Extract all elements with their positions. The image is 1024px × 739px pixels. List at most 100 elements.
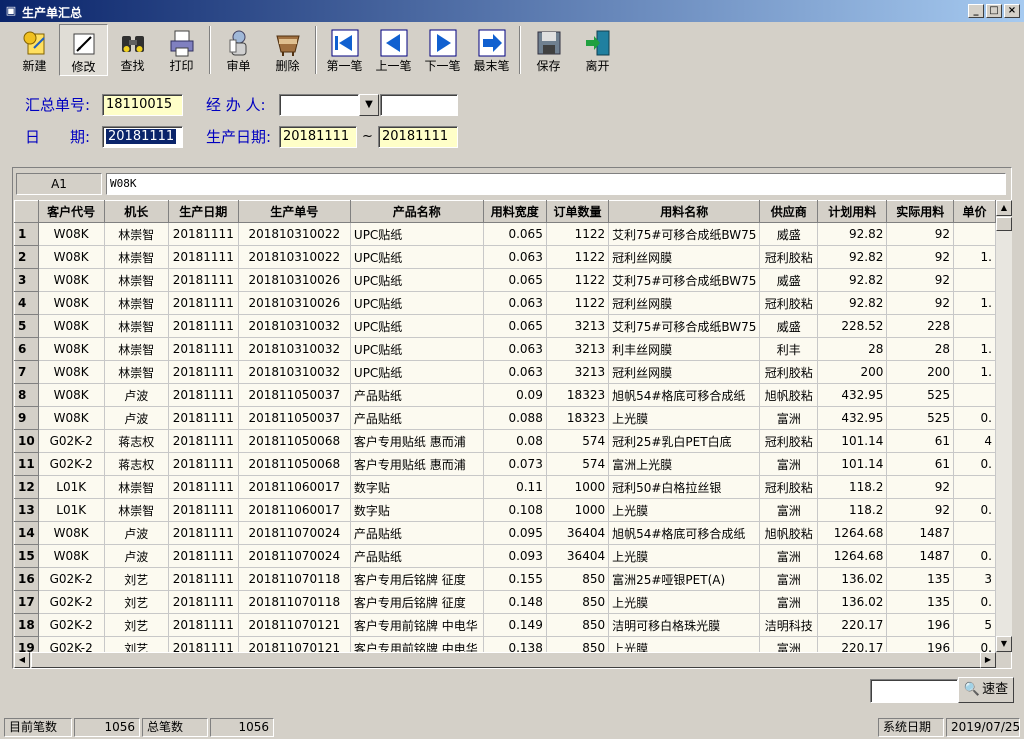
table-cell[interactable]: G02K-2	[38, 452, 105, 476]
table-cell[interactable]: 客户专用后铭牌 征度	[350, 567, 484, 591]
table-cell[interactable]: 3213	[546, 360, 610, 384]
column-header[interactable]: 单价	[953, 200, 996, 223]
column-header[interactable]: 用料宽度	[482, 200, 547, 223]
table-cell[interactable]: 0.08	[483, 429, 547, 453]
table-row[interactable]: 17 G02K-2 刘艺 20181111 201811070118 客户专用后铭牌 征度…	[14, 590, 996, 614]
table-cell[interactable]: 林崇智	[104, 337, 169, 361]
table-cell[interactable]: 客户专用贴纸 惠而浦	[350, 429, 484, 453]
table-cell[interactable]: 432.95	[817, 406, 888, 430]
table-cell[interactable]: 利丰	[759, 337, 819, 361]
table-cell[interactable]: 客户专用贴纸 惠而浦	[350, 452, 484, 476]
table-cell[interactable]: 富洲	[759, 544, 819, 568]
table-cell[interactable]: 1.	[953, 337, 996, 361]
table-row[interactable]: 9 W08K 卢波 20181111 201811050037 产品贴纸 0.088 1832…	[14, 406, 996, 430]
table-cell[interactable]: 118.2	[817, 498, 888, 522]
table-cell[interactable]: 196	[886, 613, 955, 637]
table-row[interactable]: 18 G02K-2 刘艺 20181111 201811070121 客户专用前铭牌 中电…	[14, 613, 996, 637]
new-button[interactable]: 新建	[10, 24, 59, 76]
table-cell[interactable]: 0.	[953, 636, 996, 652]
table-cell[interactable]: 3213	[546, 314, 610, 338]
scroll-down-button[interactable]: ▼	[996, 636, 1012, 652]
maximize-button[interactable]: □	[986, 4, 1002, 18]
table-cell[interactable]: G02K-2	[38, 590, 105, 614]
table-row[interactable]: 3 W08K 林崇智 20181111 201810310026 UPC贴纸 0.065 11…	[14, 268, 996, 292]
table-cell[interactable]: 201810310022	[238, 222, 351, 246]
table-cell[interactable]: 1122	[546, 222, 610, 246]
table-cell[interactable]: 富洲上光膜	[608, 452, 761, 476]
table-cell[interactable]: 201811070121	[238, 636, 351, 652]
table-cell[interactable]: 上光膜	[608, 590, 761, 614]
table-cell[interactable]: 20181111	[168, 360, 239, 384]
table-cell[interactable]: 林崇智	[104, 291, 169, 315]
table-cell[interactable]: 201811070118	[238, 590, 351, 614]
table-cell[interactable]: 201811050068	[238, 429, 351, 453]
table-cell[interactable]: W08K	[38, 314, 105, 338]
table-row[interactable]: 15 W08K 卢波 20181111 201811070024 产品贴纸 0.093 364…	[14, 544, 996, 568]
prod-date-to-field[interactable]: 20181111	[378, 126, 458, 148]
table-cell[interactable]: 1122	[546, 268, 610, 292]
table-cell[interactable]: 850	[546, 567, 610, 591]
table-cell[interactable]: 0.088	[483, 406, 547, 430]
table-cell[interactable]: 冠利50#白格拉丝银	[608, 475, 761, 499]
table-cell[interactable]: 艾利75#可移合成纸BW75	[608, 268, 761, 292]
horizontal-scrollbar[interactable]: ◀ ▶	[14, 652, 996, 668]
table-row[interactable]: 16 G02K-2 刘艺 20181111 201811070118 客户专用后铭牌 征度…	[14, 567, 996, 591]
column-header[interactable]: 实际用料	[886, 200, 955, 223]
table-cell[interactable]: 3	[953, 567, 996, 591]
table-cell[interactable]: 118.2	[817, 475, 888, 499]
table-cell[interactable]: W08K	[38, 291, 105, 315]
table-cell[interactable]: 201811070121	[238, 613, 351, 637]
table-cell[interactable]: 228	[886, 314, 955, 338]
table-cell[interactable]: 20181111	[168, 567, 239, 591]
table-cell[interactable]: 61	[886, 452, 955, 476]
table-cell[interactable]: 220.17	[817, 613, 888, 637]
table-cell[interactable]: 0.148	[483, 590, 547, 614]
handler-dropdown[interactable]	[279, 94, 359, 116]
table-cell[interactable]: 20181111	[168, 268, 239, 292]
table-cell[interactable]: 旭帆54#格底可移合成纸	[608, 383, 761, 407]
table-cell[interactable]: 525	[886, 406, 955, 430]
table-cell[interactable]: 0.149	[483, 613, 547, 637]
table-cell[interactable]	[953, 268, 996, 292]
first-button[interactable]: 第一笔	[320, 24, 369, 76]
table-cell[interactable]: 富洲25#哑银PET(A)	[608, 567, 761, 591]
table-cell[interactable]: 客户专用前铭牌 中电华	[350, 636, 484, 652]
table-cell[interactable]: 冠利胶粘	[759, 360, 819, 384]
table-cell[interactable]: 92.82	[817, 245, 888, 269]
delete-button[interactable]: 删除	[263, 24, 312, 76]
table-cell[interactable]: 36404	[546, 544, 610, 568]
table-row[interactable]: 10 G02K-2 蒋志权 20181111 201811050068 客户专用贴纸 惠而…	[14, 429, 996, 453]
table-cell[interactable]: UPC贴纸	[350, 337, 484, 361]
table-cell[interactable]: 威盛	[759, 268, 819, 292]
table-cell[interactable]: 0.	[953, 452, 996, 476]
table-cell[interactable]: 卢波	[104, 406, 169, 430]
next-button[interactable]: 下一笔	[418, 24, 467, 76]
table-cell[interactable]: 20181111	[168, 475, 239, 499]
table-cell[interactable]: 艾利75#可移合成纸BW75	[608, 314, 761, 338]
table-row[interactable]: 6 W08K 林崇智 20181111 201810310032 UPC贴纸 0.063 32…	[14, 337, 996, 361]
table-cell[interactable]: UPC贴纸	[350, 268, 484, 292]
minimize-button[interactable]: _	[968, 4, 984, 18]
table-row[interactable]: 14 W08K 卢波 20181111 201811070024 产品贴纸 0.095 364…	[14, 521, 996, 545]
table-cell[interactable]: 201811060017	[238, 498, 351, 522]
table-cell[interactable]: 冠利丝网膜	[608, 245, 761, 269]
table-cell[interactable]: 4	[953, 429, 996, 453]
table-cell[interactable]: 0.063	[483, 337, 547, 361]
table-cell[interactable]: 20181111	[168, 314, 239, 338]
table-cell[interactable]: G02K-2	[38, 429, 105, 453]
table-cell[interactable]	[953, 383, 996, 407]
table-row[interactable]: 2 W08K 林崇智 20181111 201810310022 UPC贴纸 0.063 11…	[14, 245, 996, 269]
table-cell[interactable]: 200	[817, 360, 888, 384]
table-cell[interactable]: UPC贴纸	[350, 245, 484, 269]
table-cell[interactable]: W08K	[38, 360, 105, 384]
table-cell[interactable]: 18323	[546, 406, 610, 430]
column-header[interactable]: 产品名称	[349, 200, 484, 223]
table-cell[interactable]: 冠利胶粘	[759, 245, 819, 269]
table-cell[interactable]: 92	[886, 498, 955, 522]
table-cell[interactable]: 20181111	[168, 245, 239, 269]
table-cell[interactable]: 0.095	[483, 521, 547, 545]
table-cell[interactable]: 135	[886, 590, 955, 614]
table-cell[interactable]: 136.02	[817, 567, 888, 591]
table-cell[interactable]: 上光膜	[608, 406, 761, 430]
table-cell[interactable]: 220.17	[817, 636, 888, 652]
